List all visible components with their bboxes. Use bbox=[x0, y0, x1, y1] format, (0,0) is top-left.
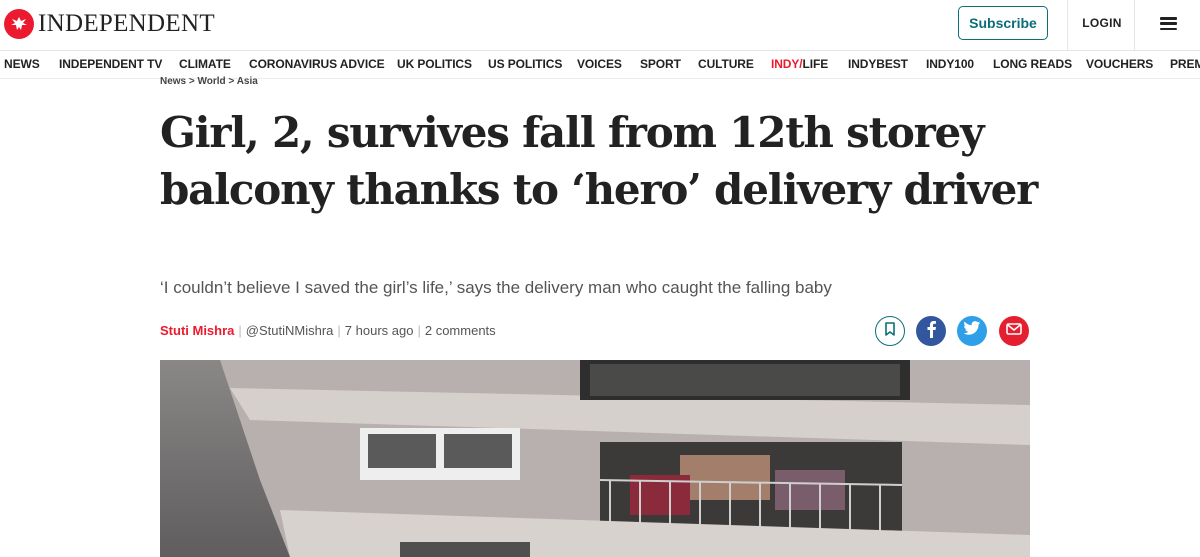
hero-image[interactable] bbox=[160, 360, 1030, 557]
nav-item-climate[interactable]: CLIMATE bbox=[179, 51, 231, 78]
nav-item-vouchers[interactable]: VOUCHERS bbox=[1086, 51, 1153, 78]
email-share-button[interactable] bbox=[999, 316, 1029, 346]
twitter-icon bbox=[963, 321, 981, 341]
nav-item-premium[interactable]: PREM bbox=[1170, 51, 1200, 78]
bookmark-icon bbox=[884, 321, 896, 341]
eagle-logo-icon bbox=[4, 9, 34, 39]
author-link[interactable]: Stuti Mishra bbox=[160, 323, 234, 338]
site-header: INDEPENDENT Subscribe LOGIN bbox=[0, 0, 1200, 51]
hero-image-graphic bbox=[160, 360, 1030, 557]
nav-item-long-reads[interactable]: LONG READS bbox=[993, 51, 1072, 78]
logo-text: INDEPENDENT bbox=[38, 10, 215, 37]
email-icon bbox=[1006, 322, 1022, 340]
facebook-share-button[interactable] bbox=[916, 316, 946, 346]
publish-time: 7 hours ago bbox=[344, 322, 414, 338]
nav-item-coronavirus-advice[interactable]: CORONAVIRUS ADVICE bbox=[249, 51, 385, 78]
breadcrumb[interactable]: News > World > Asia bbox=[160, 76, 258, 87]
nav-item-culture[interactable]: CULTURE bbox=[698, 51, 754, 78]
article-standfirst: ‘I couldn’t believe I saved the girl’s l… bbox=[160, 278, 832, 297]
byline-separator: | bbox=[238, 322, 242, 338]
nav-item-indy-life-suffix: LIFE bbox=[802, 57, 829, 71]
byline-separator: | bbox=[337, 322, 341, 338]
nav-item-sport[interactable]: SPORT bbox=[640, 51, 681, 78]
header-divider bbox=[1134, 0, 1135, 50]
byline: Stuti Mishra | @StutiNMishra | 7 hours a… bbox=[160, 321, 496, 339]
facebook-icon bbox=[924, 320, 938, 343]
comments-link[interactable]: 2 comments bbox=[425, 323, 496, 338]
subscribe-button[interactable]: Subscribe bbox=[958, 6, 1048, 40]
nav-item-indy-life-prefix: INDY/ bbox=[771, 57, 803, 71]
nav-item-voices[interactable]: VOICES bbox=[577, 51, 622, 78]
nav-item-news[interactable]: NEWS bbox=[4, 51, 40, 78]
header-divider bbox=[1067, 0, 1068, 50]
nav-item-indybest[interactable]: INDYBEST bbox=[848, 51, 908, 78]
login-button[interactable]: LOGIN bbox=[1069, 0, 1135, 46]
nav-item-us-politics[interactable]: US POLITICS bbox=[488, 51, 562, 78]
nav-item-independent-tv[interactable]: INDEPENDENT TV bbox=[59, 51, 162, 78]
hamburger-menu-icon[interactable] bbox=[1160, 17, 1177, 31]
nav-item-uk-politics[interactable]: UK POLITICS bbox=[397, 51, 472, 78]
nav-item-indy100[interactable]: INDY100 bbox=[926, 51, 974, 78]
author-handle[interactable]: @StutiNMishra bbox=[246, 323, 334, 338]
twitter-share-button[interactable] bbox=[957, 316, 987, 346]
bookmark-button[interactable] bbox=[875, 316, 905, 346]
main-nav: NEWS INDEPENDENT TV CLIMATE CORONAVIRUS … bbox=[0, 51, 1200, 79]
article-headline: Girl, 2, survives fall from 12th storey … bbox=[160, 108, 1038, 214]
nav-item-indy-life[interactable]: INDY/LIFE bbox=[771, 51, 828, 78]
site-logo[interactable]: INDEPENDENT bbox=[4, 9, 215, 39]
byline-separator: | bbox=[417, 322, 421, 338]
